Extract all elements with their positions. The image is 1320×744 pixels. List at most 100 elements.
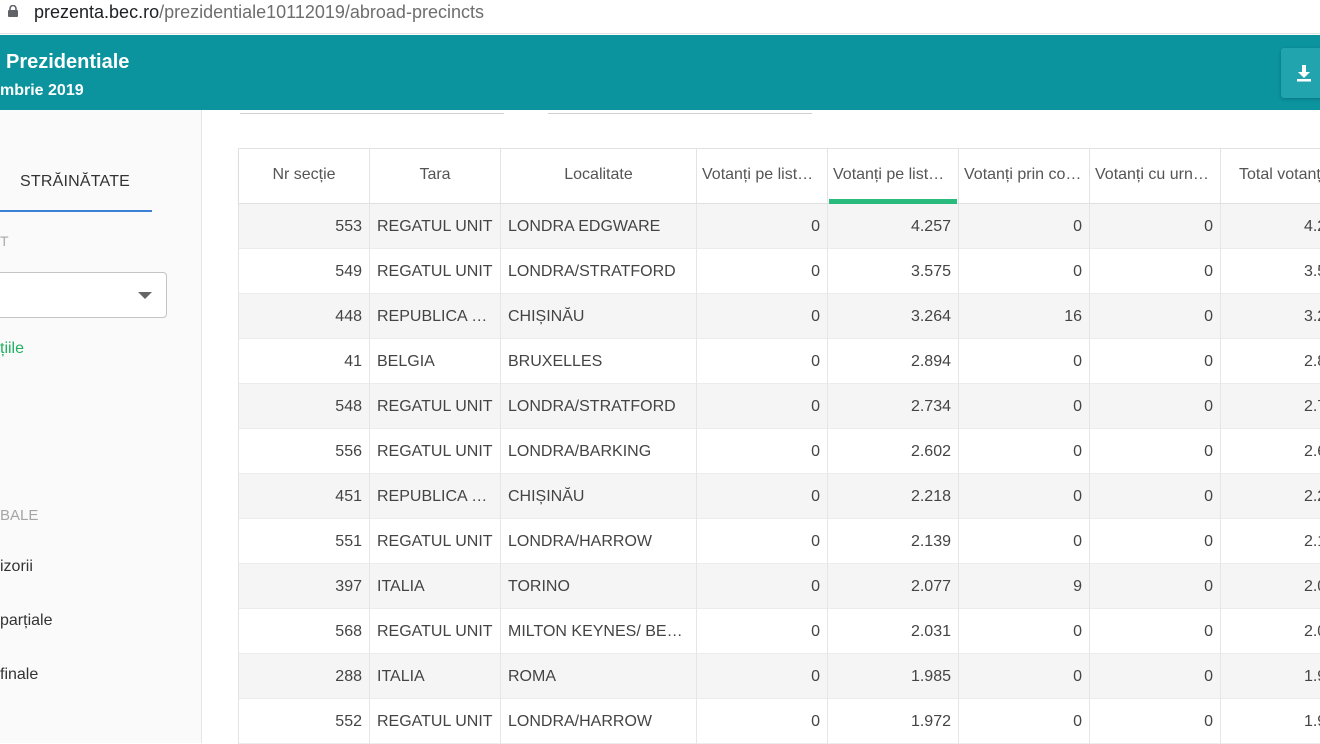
column-header-total[interactable]: Total votanți: [1221, 149, 1320, 204]
cell-nr: 568: [239, 609, 370, 654]
cell-permanent-lists: 0: [697, 429, 828, 474]
cell-country: ITALIA: [370, 564, 501, 609]
precincts-link[interactable]: țiile: [0, 340, 24, 358]
cell-total: 2.031: [1221, 609, 1320, 654]
section-label: BALE: [0, 507, 39, 524]
column-header-country[interactable]: Tara: [370, 149, 501, 204]
cell-total: 2.734: [1221, 384, 1320, 429]
column-header-correspondence[interactable]: Votanți prin corespondență: [959, 149, 1090, 204]
cell-locality: ROMA: [501, 654, 697, 699]
cell-mobile-urn: 0: [1090, 249, 1221, 294]
download-button[interactable]: [1281, 48, 1320, 98]
cell-mobile-urn: 0: [1090, 294, 1221, 339]
cell-locality: LONDRA/HARROW: [501, 519, 697, 564]
cell-supplementary-lists: 1.985: [828, 654, 959, 699]
nav-item-observers[interactable]: izorii: [0, 558, 33, 576]
table-row[interactable]: 553REGATUL UNITLONDRA EDGWARE04.257004.2…: [239, 204, 1320, 249]
cell-supplementary-lists: 2.734: [828, 384, 959, 429]
cell-correspondence: 0: [959, 474, 1090, 519]
cell-permanent-lists: 0: [697, 249, 828, 294]
cell-country: ITALIA: [370, 654, 501, 699]
column-header-locality[interactable]: Localitate: [501, 149, 697, 204]
cell-total: 2.086: [1221, 564, 1320, 609]
cell-permanent-lists: 0: [697, 699, 828, 744]
cell-nr: 397: [239, 564, 370, 609]
lock-icon: [8, 5, 18, 17]
cell-permanent-lists: 0: [697, 294, 828, 339]
table-row[interactable]: 288ITALIAROMA01.985001.985: [239, 654, 1320, 699]
table-row[interactable]: 551REGATUL UNITLONDRA/HARROW02.139002.13…: [239, 519, 1320, 564]
table-row[interactable]: 451REPUBLICA MOLDOVACHIȘINĂU02.218002.21…: [239, 474, 1320, 519]
cell-country: REGATUL UNIT: [370, 204, 501, 249]
county-select[interactable]: [0, 272, 167, 318]
cell-country: BELGIA: [370, 339, 501, 384]
cell-nr: 553: [239, 204, 370, 249]
cell-locality: TORINO: [501, 564, 697, 609]
cell-locality: CHIȘINĂU: [501, 474, 697, 519]
cell-total: 3.280: [1221, 294, 1320, 339]
cell-country: REPUBLICA MOLDOVA: [370, 474, 501, 519]
filter-field-left[interactable]: [240, 110, 504, 114]
cell-correspondence: 9: [959, 564, 1090, 609]
cell-correspondence: 0: [959, 699, 1090, 744]
browser-url-bar[interactable]: prezenta.bec.ro/prezidentiale10112019/ab…: [0, 0, 1320, 34]
cell-supplementary-lists: 3.264: [828, 294, 959, 339]
cell-locality: LONDRA/STRATFORD: [501, 249, 697, 294]
url-domain: prezenta.bec.ro: [34, 2, 160, 22]
cell-total: 2.218: [1221, 474, 1320, 519]
url-text[interactable]: prezenta.bec.ro/prezidentiale10112019/ab…: [34, 2, 484, 23]
sidebar: STRĂINĂTATE T țiile BALE izorii parțiale…: [0, 110, 202, 743]
tab-abroad[interactable]: STRĂINĂTATE: [0, 165, 152, 212]
cell-permanent-lists: 0: [697, 564, 828, 609]
app-subtitle: mbrie 2019: [0, 82, 84, 99]
column-header-supplementary-lists[interactable]: Votanți pe liste suplimentare: [828, 149, 959, 204]
cell-supplementary-lists: 2.139: [828, 519, 959, 564]
table-row[interactable]: 556REGATUL UNITLONDRA/BARKING02.602002.6…: [239, 429, 1320, 474]
cell-country: REGATUL UNIT: [370, 249, 501, 294]
nav-item-final-results[interactable]: finale: [0, 666, 38, 684]
cell-mobile-urn: 0: [1090, 339, 1221, 384]
cell-correspondence: 0: [959, 384, 1090, 429]
cell-total: 1.985: [1221, 654, 1320, 699]
cell-locality: LONDRA/HARROW: [501, 699, 697, 744]
table-row[interactable]: 448REPUBLICA MOLDOVACHIȘINĂU03.2641603.2…: [239, 294, 1320, 339]
cell-nr: 556: [239, 429, 370, 474]
cell-total: 1.972: [1221, 699, 1320, 744]
table-body: 553REGATUL UNITLONDRA EDGWARE04.257004.2…: [239, 204, 1320, 744]
cell-nr: 448: [239, 294, 370, 339]
cell-country: REGATUL UNIT: [370, 429, 501, 474]
caret-down-icon: [138, 292, 152, 299]
table-row[interactable]: 568REGATUL UNITMILTON KEYNES/ BEDFORD02.…: [239, 609, 1320, 654]
cell-nr: 552: [239, 699, 370, 744]
app-header: Prezidentiale mbrie 2019: [0, 35, 1320, 110]
cell-locality: LONDRA/BARKING: [501, 429, 697, 474]
cell-permanent-lists: 0: [697, 339, 828, 384]
table-row[interactable]: 548 REGATUL UNIT LONDRA/STRATFORD 0 2.734 0 0 2…: [239, 384, 1320, 429]
cell-total: 2.602: [1221, 429, 1320, 474]
filter-label: T: [0, 233, 9, 249]
cell-correspondence: 0: [959, 609, 1090, 654]
table-row[interactable]: 41BELGIABRUXELLES02.894002.894: [239, 339, 1320, 384]
cell-permanent-lists: 0: [697, 384, 828, 429]
cell-mobile-urn: 0: [1090, 474, 1221, 519]
cell-locality: MILTON KEYNES/ BEDFORD: [501, 609, 697, 654]
column-header-mobile-urn[interactable]: Votanți cu urnă mobilă: [1090, 149, 1221, 204]
nav-item-partial-results[interactable]: parțiale: [0, 612, 52, 630]
table-row[interactable]: 549 REGATUL UNIT LONDRA/STRATFORD 0 3.575 0 0 3…: [239, 249, 1320, 294]
column-header-permanent-lists[interactable]: Votanți pe liste permanente: [697, 149, 828, 204]
cell-supplementary-lists: 4.257: [828, 204, 959, 249]
cell-mobile-urn: 0: [1090, 564, 1221, 609]
column-header-nr[interactable]: Nr secție: [239, 149, 370, 204]
table-row[interactable]: 552REGATUL UNITLONDRA/HARROW01.972001.97…: [239, 699, 1320, 744]
cell-nr: 548: [239, 384, 370, 429]
cell-nr: 549: [239, 249, 370, 294]
cell-country: REGATUL UNIT: [370, 699, 501, 744]
table-row[interactable]: 397ITALIATORINO02.077902.086: [239, 564, 1320, 609]
cell-total: 2.894: [1221, 339, 1320, 384]
cell-mobile-urn: 0: [1090, 429, 1221, 474]
cell-nr: 288: [239, 654, 370, 699]
filter-field-right[interactable]: [548, 110, 812, 114]
cell-mobile-urn: 0: [1090, 519, 1221, 564]
cell-permanent-lists: 0: [697, 474, 828, 519]
cell-mobile-urn: 0: [1090, 654, 1221, 699]
